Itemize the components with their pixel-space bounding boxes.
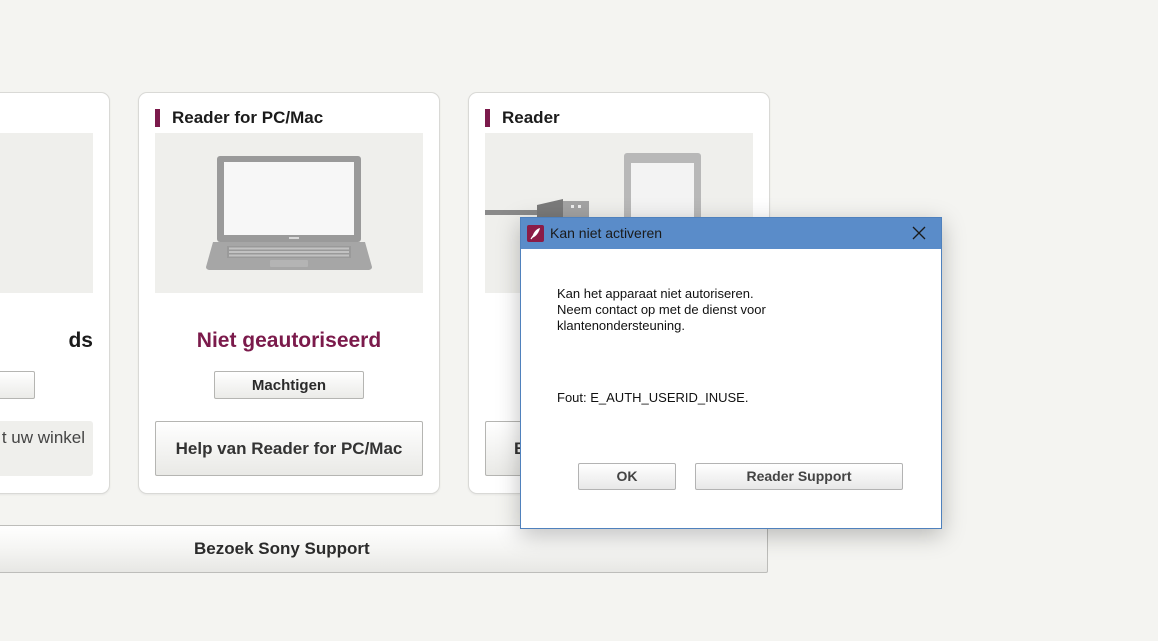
laptop-illustration <box>206 156 372 270</box>
reader-card-title: Reader <box>485 109 560 127</box>
pc-mac-help-button[interactable]: Help van Reader for PC/Mac <box>155 421 423 476</box>
dialog-title: Kan niet activeren <box>550 225 663 241</box>
dialog-close-button[interactable] <box>897 218 941 249</box>
ok-button[interactable]: OK <box>578 463 676 490</box>
store-status-title: ds <box>68 329 93 352</box>
shopping-bag-illustration <box>0 133 93 293</box>
authorization-status: Niet geautoriseerd <box>196 329 382 352</box>
app-window: ds t uw winkel Reader for PC/Mac Niet ge… <box>0 0 1158 641</box>
close-icon <box>912 226 926 240</box>
pc-mac-card: Reader for PC/Mac Niet geautoriseerd Mac… <box>138 92 440 494</box>
pc-mac-card-title: Reader for PC/Mac <box>155 109 323 127</box>
dialog-message-line-1: Kan het apparaat niet autoriseren. <box>557 286 754 301</box>
dialog-error-code: Fout: E_AUTH_USERID_INUSE. <box>557 390 749 405</box>
store-image <box>0 133 93 293</box>
dialog-message-line-3: klantenondersteuning. <box>557 318 685 333</box>
store-card: ds t uw winkel <box>0 92 110 494</box>
sony-support-label: Bezoek Sony Support <box>194 539 370 558</box>
reader-support-button[interactable]: Reader Support <box>695 463 903 490</box>
store-description: t uw winkel <box>0 421 93 476</box>
reader-app-icon <box>527 225 544 242</box>
dialog-titlebar[interactable]: Kan niet activeren <box>521 218 941 249</box>
activation-error-dialog: Kan niet activeren Kan het apparaat niet… <box>520 217 942 529</box>
store-action-button[interactable] <box>0 371 35 399</box>
pc-mac-image <box>155 133 423 293</box>
sony-support-button[interactable]: Bezoek Sony Support <box>0 525 768 573</box>
dialog-message-line-2: Neem contact op met de dienst voor <box>557 302 766 317</box>
authorize-button[interactable]: Machtigen <box>214 371 364 399</box>
